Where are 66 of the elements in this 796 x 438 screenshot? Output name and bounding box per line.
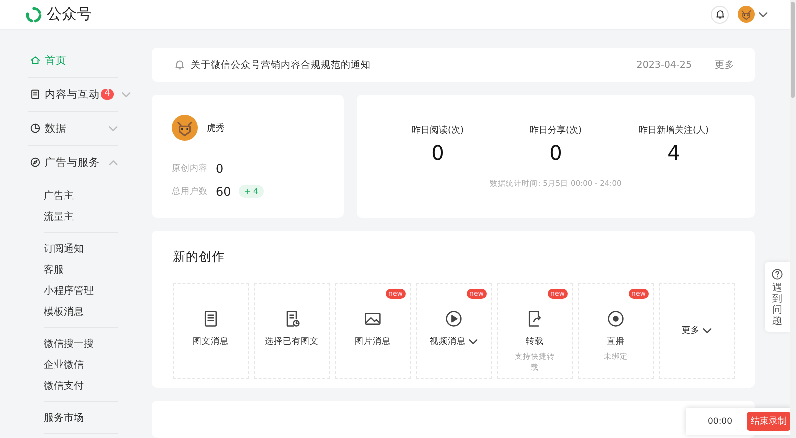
nav-subitem[interactable]: 客服 xyxy=(44,259,118,280)
tile-label: 视频消息 xyxy=(430,336,466,348)
nav-label: 数据 xyxy=(45,122,67,136)
count-badge: 4 xyxy=(101,89,114,100)
logo-icon xyxy=(25,6,43,24)
nav-subitem[interactable]: 订阅通知 xyxy=(44,238,118,259)
nav-subitem[interactable]: 流量主 xyxy=(44,206,118,227)
tile-label: 更多 xyxy=(682,325,700,338)
metric-label: 昨日分享(次) xyxy=(530,124,582,138)
metric-value: 4 xyxy=(668,141,680,166)
stop-recording-button[interactable]: 结束录制 xyxy=(747,412,791,431)
nav-label: 内容与互动 xyxy=(45,88,100,102)
tile-label: 图片消息 xyxy=(355,336,391,348)
pie-chart-icon xyxy=(30,123,41,134)
stat-label: 原创内容 xyxy=(172,162,208,175)
stat-value: 0 xyxy=(216,162,224,176)
record-icon xyxy=(607,310,625,328)
nav-subitem[interactable]: 服务市场 xyxy=(44,407,118,428)
growth-badge: + 4 xyxy=(239,185,264,198)
account-menu-button[interactable] xyxy=(738,6,768,23)
metric-label: 昨日阅读(次) xyxy=(412,124,464,138)
nav-subitem[interactable]: 微信搜一搜 xyxy=(44,333,118,354)
nav-subitem[interactable]: 企业微信 xyxy=(44,354,118,375)
section-title: 新的创作 xyxy=(173,249,226,266)
nav-item[interactable]: 内容与互动 4 xyxy=(28,78,118,111)
stat-label: 总用户数 xyxy=(172,186,208,198)
nav-subitem[interactable]: 模板消息 xyxy=(44,301,118,322)
notification-button[interactable] xyxy=(711,6,729,24)
nav-item[interactable]: 广告与服务 xyxy=(28,146,118,179)
create-tile[interactable]: 更多 xyxy=(659,283,735,380)
nav-subitem[interactable]: 广告主 xyxy=(44,185,118,206)
bell-icon xyxy=(714,9,726,20)
metric-value: 0 xyxy=(432,141,444,166)
recording-timer: 00:00 xyxy=(708,416,732,426)
home-icon xyxy=(30,55,41,66)
nav-subitem[interactable]: 小程序管理 xyxy=(44,280,118,301)
tile-label: 转载 xyxy=(526,336,544,348)
tiger-avatar-icon xyxy=(172,115,198,142)
tiger-avatar-icon xyxy=(738,6,755,23)
stat-value: 60 xyxy=(216,184,232,199)
scrollbar[interactable] xyxy=(790,0,796,438)
chevron-down-icon xyxy=(759,12,768,18)
share-document-icon xyxy=(526,310,544,328)
notice-text[interactable]: 关于微信公众号营销内容合规规范的通知 xyxy=(191,58,371,72)
create-tile[interactable]: 选择已有图文 xyxy=(254,283,330,380)
metric-label: 昨日新增关注(人) xyxy=(638,124,710,138)
create-tile[interactable]: 图文消息 xyxy=(173,283,249,380)
metric-value: 0 xyxy=(550,141,562,166)
site-title: 公众号 xyxy=(47,5,92,24)
nav-subitem[interactable]: 微信支付 xyxy=(44,375,118,396)
document-icon xyxy=(30,89,41,100)
tile-label: 选择已有图文 xyxy=(265,336,319,348)
nav-label: 广告与服务 xyxy=(45,156,100,170)
nav-label: 首页 xyxy=(45,54,67,68)
compass-icon xyxy=(30,157,41,168)
tile-label: 直播 xyxy=(607,336,625,348)
account-name: 虎秀 xyxy=(207,122,225,135)
play-circle-icon xyxy=(445,310,463,328)
more-link[interactable]: 更多 xyxy=(715,58,735,72)
notice-date: 2023-04-25 xyxy=(636,60,692,71)
tile-label: 图文消息 xyxy=(193,336,229,348)
question-icon xyxy=(772,269,783,280)
article-icon xyxy=(202,310,220,328)
bell-icon xyxy=(174,59,186,72)
nav-item[interactable]: 数据 xyxy=(28,112,118,145)
help-button[interactable]: 遇到问题 xyxy=(765,262,790,332)
